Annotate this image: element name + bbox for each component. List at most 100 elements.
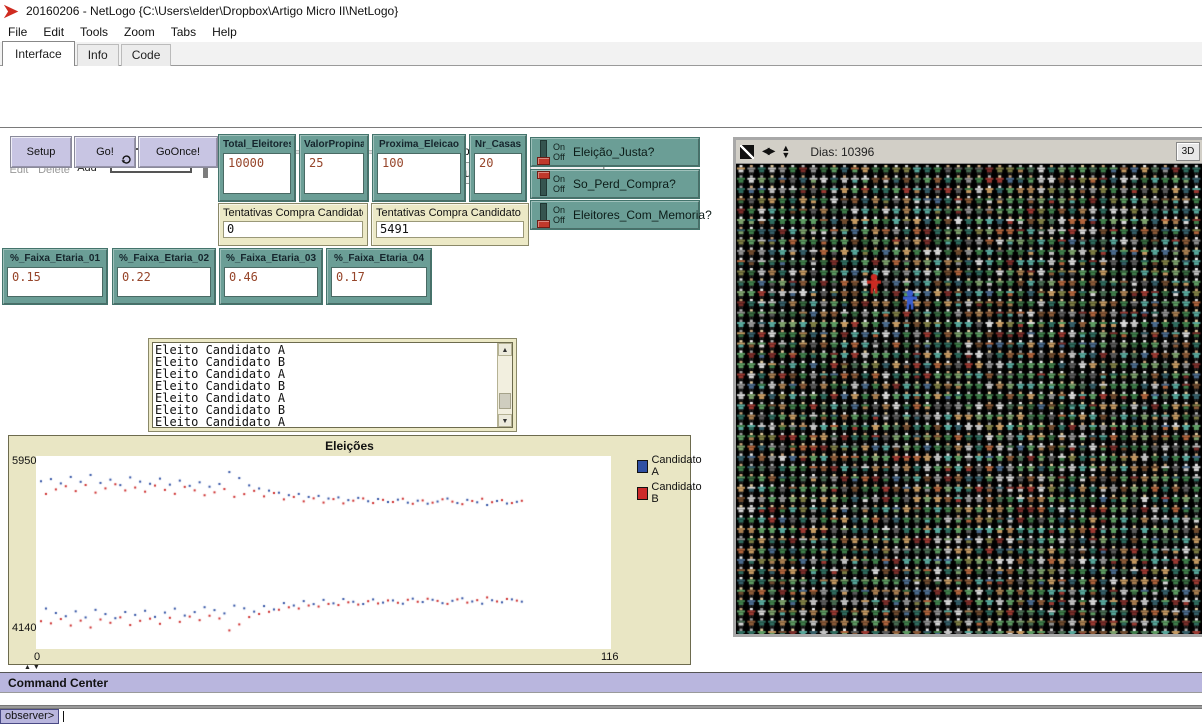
setup-button[interactable]: Setup — [10, 136, 72, 168]
forever-icon — [121, 154, 132, 165]
tick-counter: Dias: 10396 — [810, 145, 874, 159]
menu-zoom[interactable]: Zoom — [116, 23, 163, 41]
input-tentativas-b[interactable]: Tentativas Compra Candidato B 5491 — [371, 203, 529, 246]
netlogo-logo-icon — [3, 3, 20, 20]
switch-toggle[interactable] — [537, 140, 563, 164]
y-axis-max-label: 5950 — [12, 455, 36, 467]
view-3d-button[interactable]: 3D — [1176, 142, 1200, 161]
monitor-nr-casas: Nr_Casas 20 — [469, 134, 527, 202]
plot-canvas — [36, 456, 611, 649]
input-value[interactable]: 0 — [223, 221, 363, 238]
legend-entry-candidato-b: Candidato B — [637, 481, 703, 505]
tab-interface[interactable]: Interface — [2, 41, 75, 66]
menu-help[interactable]: Help — [204, 23, 245, 41]
command-center-prompt-row: observer> — [0, 709, 1202, 724]
switch-so-perd-compra[interactable]: OnOff So_Perd_Compra? — [530, 169, 700, 199]
scrollbar-thumb[interactable] — [499, 393, 511, 409]
monitor-value: 100 — [377, 153, 461, 194]
window-title: 20160206 - NetLogo {C:\Users\elder\Dropb… — [26, 4, 398, 18]
plot-legend: Candidato A Candidato B — [637, 454, 703, 508]
monitor-label: %_Faixa_Etaria_01 — [7, 253, 103, 264]
monitor-valor-propina: ValorPropina 25 — [299, 134, 369, 202]
legend-label: Candidato A — [651, 454, 703, 478]
switch-handle-icon — [537, 171, 550, 179]
observer-prompt-dropdown[interactable]: observer> — [0, 709, 59, 724]
monitor-faixa-etaria-04: %_Faixa_Etaria_04 0.17 — [326, 248, 432, 305]
vertical-resize-icon[interactable]: ▲▼ — [781, 145, 790, 159]
y-axis-min-label: 4140 — [12, 622, 36, 634]
menu-file[interactable]: File — [0, 23, 35, 41]
menu-tabs[interactable]: Tabs — [163, 23, 204, 41]
input-tentativas-a[interactable]: Tentativas Compra Candidato A 0 — [218, 203, 368, 246]
monitor-value: 20 — [474, 153, 522, 194]
monitor-label: %_Faixa_Etaria_03 — [224, 253, 318, 264]
go-once-button-label: GoOnce! — [156, 146, 200, 158]
monitor-label: Nr_Casas — [474, 139, 522, 150]
tab-info[interactable]: Info — [77, 44, 119, 66]
legend-swatch-blue — [637, 460, 648, 473]
monitor-faixa-etaria-02: %_Faixa_Etaria_02 0.22 — [112, 248, 216, 305]
menu-tools[interactable]: Tools — [72, 23, 116, 41]
switch-label: Eleitores_Com_Memoria? — [573, 208, 712, 222]
netlogo-window: 20160206 - NetLogo {C:\Users\elder\Dropb… — [0, 0, 1202, 724]
output-widget: Eleito Candidato A Eleito Candidato B El… — [148, 338, 517, 432]
go-once-button[interactable]: GoOnce! — [138, 136, 218, 168]
monitor-label: ValorPropina — [304, 139, 364, 150]
switch-label: So_Perd_Compra? — [573, 177, 676, 191]
monitor-value: 10000 — [223, 153, 291, 194]
command-center-title: Command Center — [8, 676, 108, 690]
setup-button-label: Setup — [27, 146, 56, 158]
switch-eleicao-justa[interactable]: OnOff Eleição_Justa? — [530, 137, 700, 167]
horizontal-resize-icon[interactable]: ◀▶ — [762, 146, 773, 157]
monitor-value: 0.17 — [331, 267, 427, 297]
switch-toggle[interactable] — [537, 172, 563, 196]
input-label: Tentativas Compra Candidato A — [223, 207, 363, 219]
switch-handle-icon — [537, 220, 550, 228]
input-value[interactable]: 5491 — [376, 221, 524, 238]
monitor-value: 0.22 — [117, 267, 211, 297]
monitor-proxima-eleicao: Proxima_Eleicao 100 — [372, 134, 466, 202]
plot-area — [36, 456, 611, 649]
switch-handle-icon — [537, 157, 550, 165]
x-axis-min-label: 0 — [34, 651, 40, 663]
plot-title: Eleições — [9, 436, 690, 453]
legend-entry-candidato-a: Candidato A — [637, 454, 703, 478]
interface-toolbar: ✎ Edit Delete + Add abc Button ▼ faster … — [0, 66, 1202, 128]
scroll-up-icon[interactable]: ▲ — [498, 343, 512, 356]
legend-label: Candidato B — [651, 481, 703, 505]
menu-edit[interactable]: Edit — [35, 23, 72, 41]
text-cursor — [63, 711, 64, 722]
command-input[interactable] — [59, 709, 1202, 724]
command-center-splitter[interactable]: ▲▼ — [24, 664, 42, 671]
tab-bar: Interface Info Code — [0, 42, 1202, 66]
command-center-output — [0, 692, 1202, 705]
output-text: Eleito Candidato A Eleito Candidato B El… — [153, 343, 497, 427]
legend-swatch-red — [637, 487, 648, 500]
tab-code[interactable]: Code — [121, 44, 172, 66]
monitor-total-eleitores: Total_Eleitores 10000 — [218, 134, 296, 202]
switch-eleitores-com-memoria[interactable]: OnOff Eleitores_Com_Memoria? — [530, 200, 700, 230]
go-button[interactable]: Go! — [74, 136, 136, 168]
monitor-label: %_Faixa_Etaria_04 — [331, 253, 427, 264]
world-canvas[interactable] — [736, 164, 1202, 634]
output-line: Eleito Candidato A — [155, 416, 495, 428]
go-button-label: Go! — [96, 146, 114, 158]
monitor-faixa-etaria-01: %_Faixa_Etaria_01 0.15 — [2, 248, 108, 305]
monitor-label: %_Faixa_Etaria_02 — [117, 253, 211, 264]
monitor-label: Total_Eleitores — [223, 139, 291, 150]
menu-bar: File Edit Tools Zoom Tabs Help — [0, 22, 1202, 42]
patch-size-icon[interactable] — [740, 145, 754, 159]
command-center-header[interactable]: Command Center — [0, 672, 1202, 692]
monitor-faixa-etaria-03: %_Faixa_Etaria_03 0.46 — [219, 248, 323, 305]
world-view: ◀▶ ▲▼ Dias: 10396 3D — [733, 137, 1202, 637]
monitor-value: 25 — [304, 153, 364, 194]
switch-toggle[interactable] — [537, 203, 563, 227]
title-bar: 20160206 - NetLogo {C:\Users\elder\Dropb… — [0, 0, 1202, 22]
scroll-down-icon[interactable]: ▼ — [498, 414, 512, 427]
output-scrollbar[interactable]: ▲ ▼ — [497, 343, 512, 427]
monitor-value: 0.46 — [224, 267, 318, 297]
monitor-label: Proxima_Eleicao — [377, 139, 461, 150]
input-label: Tentativas Compra Candidato B — [376, 207, 524, 219]
x-axis-max-label: 116 — [601, 651, 619, 663]
monitor-value: 0.15 — [7, 267, 103, 297]
